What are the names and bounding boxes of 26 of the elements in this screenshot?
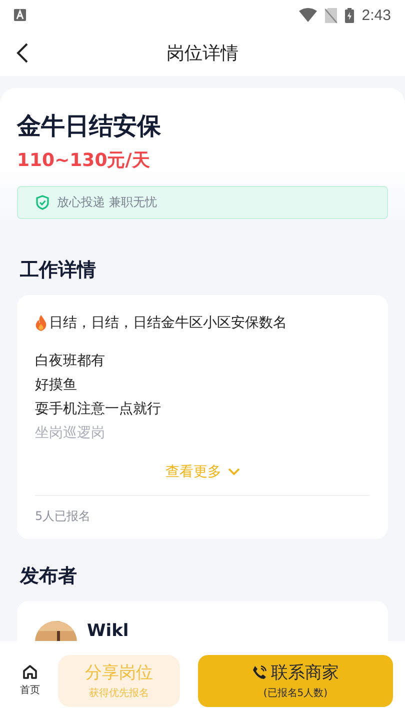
description-line: 耍手机注意一点就行 — [35, 400, 161, 419]
home-icon — [22, 664, 38, 680]
phone-icon — [252, 665, 267, 680]
contact-button[interactable]: 联系商家 (已报名5人数) — [198, 654, 393, 706]
description-line: 坐岗巡逻岗 — [35, 424, 105, 443]
no-sim-icon — [324, 8, 337, 22]
signup-count: 5人已报名 — [35, 508, 92, 525]
job-title: 金牛日结安保 — [17, 111, 162, 142]
home-tab[interactable]: 首页 — [20, 664, 40, 697]
description-line: 白夜班都有 — [35, 352, 105, 371]
guarantee-text: 放心投递 兼职无忧 — [57, 194, 157, 211]
status-time: 2:43 — [362, 6, 391, 24]
description-line: 好摸鱼 — [35, 376, 77, 395]
section-heading: 发布者 — [20, 564, 78, 589]
wifi-icon — [298, 8, 317, 22]
notification-icon — [14, 9, 26, 21]
publisher-name: Wikl — [87, 621, 129, 641]
description-line: 日结，日结，日结金牛区小区安保数名 — [49, 314, 287, 333]
section-heading: 工作详情 — [20, 258, 97, 283]
salary: 110~130元/天 — [17, 149, 151, 172]
fire-icon — [35, 315, 47, 331]
shield-check-icon — [36, 195, 49, 210]
page-title: 岗位详情 — [166, 42, 238, 65]
chevron-down-icon — [228, 468, 240, 476]
back-icon[interactable] — [16, 42, 30, 64]
battery-icon — [344, 8, 354, 22]
